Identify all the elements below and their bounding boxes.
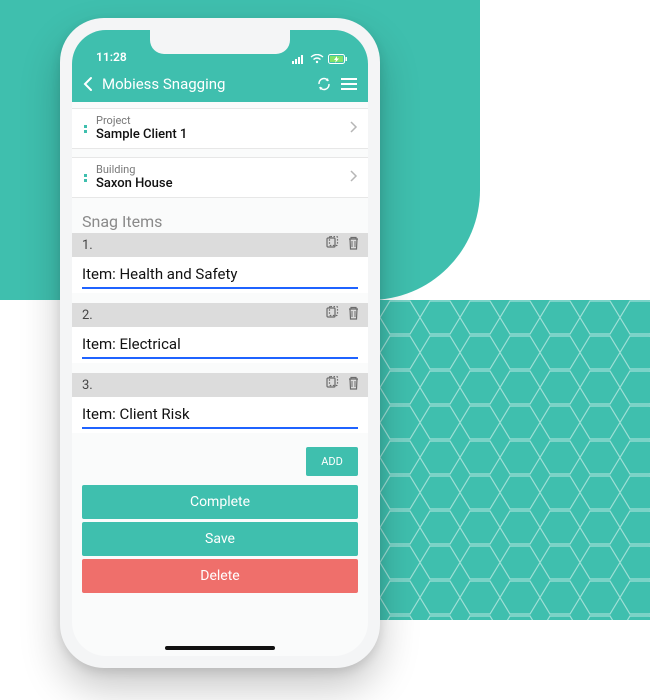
snag-item-header: 1. [72, 233, 368, 257]
project-row[interactable]: Project Sample Client 1 [72, 109, 368, 148]
snag-item: 1. Item: Health and Safety [72, 233, 368, 293]
snag-item-body[interactable]: Item: Client Risk [72, 397, 368, 433]
signal-icon [292, 54, 306, 64]
snag-item: 3. Item: Client Risk [72, 373, 368, 433]
snag-item-header: 3. [72, 373, 368, 397]
snag-item-number: 2. [82, 308, 317, 323]
complete-button[interactable]: Complete [82, 485, 358, 519]
status-time: 11:28 [96, 50, 127, 64]
building-label: Building [96, 164, 349, 176]
app-title: Mobiess Snagging [102, 75, 308, 93]
content-area: Project Sample Client 1 Building Saxon H… [72, 102, 368, 656]
back-button[interactable] [82, 76, 94, 92]
chevron-right-icon [349, 168, 358, 187]
snag-item-number: 1. [82, 238, 317, 253]
copy-icon [325, 306, 339, 324]
status-icons [292, 54, 348, 64]
snag-item-text: Item: Health and Safety [82, 265, 358, 289]
home-indicator [165, 646, 275, 650]
phone-screen: 11:28 Mobiess Snagging [72, 30, 368, 656]
chevron-left-icon [82, 76, 94, 92]
save-button[interactable]: Save [82, 522, 358, 556]
project-label: Project [96, 115, 349, 127]
delete-item-button[interactable] [347, 376, 360, 394]
snag-item-header: 2. [72, 303, 368, 327]
phone-notch [150, 30, 290, 54]
app-header: Mobiess Snagging [72, 66, 368, 102]
copy-icon [325, 376, 339, 394]
snag-item-number: 3. [82, 378, 317, 393]
wifi-icon [310, 54, 324, 64]
copy-button[interactable] [325, 376, 339, 394]
snag-item-text: Item: Client Risk [82, 405, 358, 429]
hamburger-icon [340, 77, 358, 91]
copy-button[interactable] [325, 306, 339, 324]
snag-list: 1. Item: Health and Safety 2. Item: Electri… [72, 233, 368, 433]
copy-icon [325, 236, 339, 254]
snag-item-text: Item: Electrical [82, 335, 358, 359]
phone-frame: 11:28 Mobiess Snagging [60, 18, 380, 668]
section-title: Snag Items [72, 206, 368, 233]
snag-item: 2. Item: Electrical [72, 303, 368, 363]
building-value: Saxon House [96, 176, 349, 191]
refresh-button[interactable] [316, 76, 332, 92]
copy-button[interactable] [325, 236, 339, 254]
battery-icon [328, 54, 348, 64]
building-row[interactable]: Building Saxon House [72, 158, 368, 197]
trash-icon [347, 376, 360, 394]
drag-handle-icon [84, 125, 90, 133]
chevron-right-icon [349, 119, 358, 138]
snag-item-body[interactable]: Item: Health and Safety [72, 257, 368, 293]
delete-button[interactable]: Delete [82, 559, 358, 593]
snag-item-body[interactable]: Item: Electrical [72, 327, 368, 363]
sync-icon [316, 76, 332, 92]
project-value: Sample Client 1 [96, 127, 349, 142]
delete-item-button[interactable] [347, 306, 360, 324]
delete-item-button[interactable] [347, 236, 360, 254]
menu-button[interactable] [340, 77, 358, 91]
drag-handle-icon [84, 174, 90, 182]
add-button[interactable]: ADD [306, 447, 358, 476]
trash-icon [347, 306, 360, 324]
trash-icon [347, 236, 360, 254]
